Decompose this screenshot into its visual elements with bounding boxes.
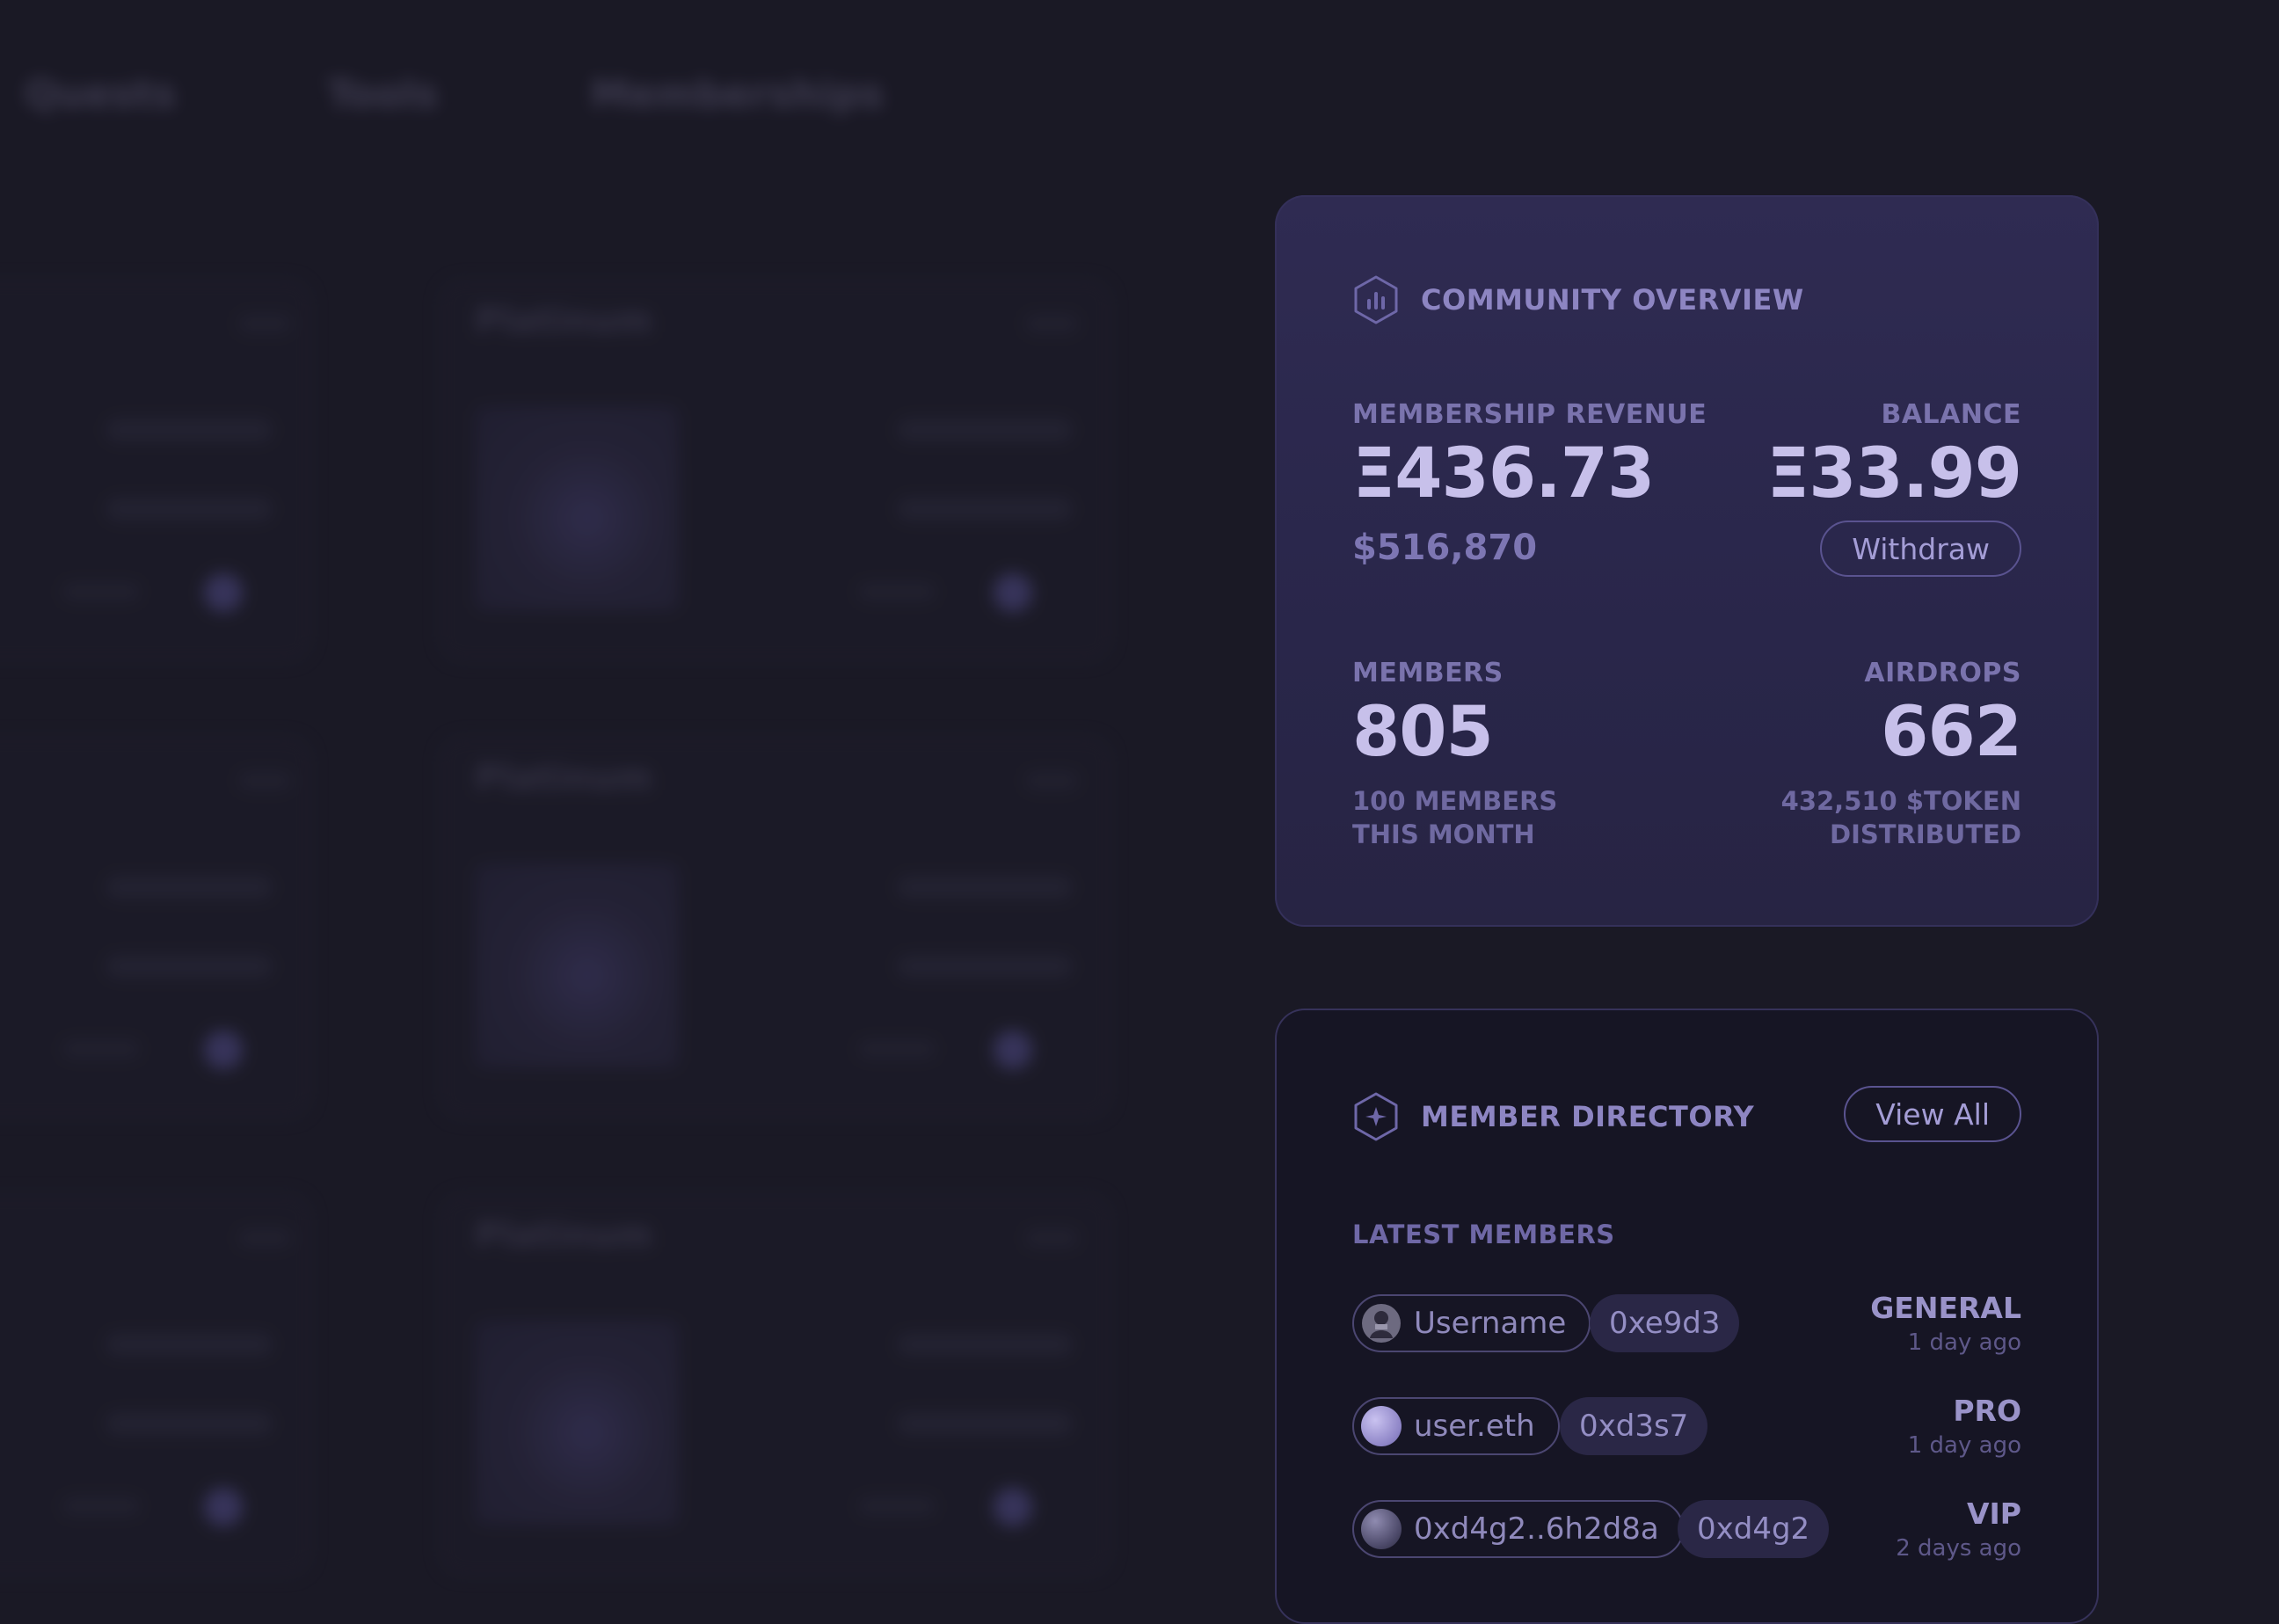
airdrops-value: 662 <box>1881 693 2022 772</box>
avatar-orb-icon <box>1361 1509 1402 1549</box>
avatar-portrait-icon <box>1362 1304 1401 1343</box>
bg-placeholder <box>1024 314 1079 333</box>
bg-toggle <box>204 1488 243 1526</box>
revenue-usd: $516,870 <box>1352 528 1538 568</box>
bg-toggle <box>994 1030 1032 1069</box>
bg-placeholder <box>237 1228 292 1248</box>
members-label: MEMBERS <box>1352 658 1504 688</box>
bg-placeholder <box>1024 771 1079 790</box>
balance-value: Ξ33.99 <box>1766 434 2022 513</box>
bg-card-title: Platinum <box>475 758 652 798</box>
member-name-chip[interactable]: Username <box>1352 1294 1591 1352</box>
member-address-chip[interactable]: 0xd3s7 <box>1560 1397 1708 1455</box>
bg-placeholder <box>237 314 292 333</box>
member-address-chip[interactable]: 0xe9d3 <box>1590 1294 1740 1352</box>
bg-thumbnail <box>475 406 679 610</box>
bg-placeholder <box>1024 1228 1079 1248</box>
balance-label: BALANCE <box>1881 399 2021 430</box>
bg-placeholder <box>897 1412 1073 1435</box>
bg-card <box>0 737 311 1118</box>
bg-placeholder <box>62 1039 141 1059</box>
member-joined: 1 day ago <box>1907 1432 2021 1459</box>
bg-card-title: Platinum <box>475 301 652 341</box>
bg-card-title: Platinum <box>475 1215 652 1256</box>
member-joined: 2 days ago <box>1896 1535 2021 1562</box>
bg-placeholder <box>897 498 1073 521</box>
member-name: Username <box>1414 1306 1567 1341</box>
bg-placeholder <box>106 419 273 441</box>
bg-card <box>0 280 311 661</box>
overview-title: COMMUNITY OVERVIEW <box>1421 283 1804 317</box>
bg-placeholder <box>897 1333 1073 1356</box>
member-tier: PRO <box>1953 1394 2021 1428</box>
member-directory-card: MEMBER DIRECTORY View All LATEST MEMBERS… <box>1275 1009 2099 1624</box>
member-row[interactable]: 0xd4g2..6h2d8a 0xd4g2 VIP 2 days ago <box>1352 1497 2021 1562</box>
bg-placeholder <box>106 498 273 521</box>
member-joined: 1 day ago <box>1907 1329 2021 1356</box>
nav-tab-quests: Quests <box>25 72 176 117</box>
bg-placeholder <box>857 1039 936 1059</box>
bg-placeholder <box>106 1412 273 1435</box>
bg-card <box>0 1194 311 1576</box>
bg-placeholder <box>897 419 1073 441</box>
bg-placeholder <box>897 955 1073 978</box>
blurred-background-app: Quests Tools Memberships Platinum Platin… <box>0 0 1231 1581</box>
airdrops-label: AIRDROPS <box>1864 658 2021 688</box>
member-address-chip[interactable]: 0xd4g2 <box>1678 1500 1830 1558</box>
latest-members-label: LATEST MEMBERS <box>1352 1220 1615 1249</box>
member-row[interactable]: user.eth 0xd3s7 PRO 1 day ago <box>1352 1394 2021 1459</box>
members-value: 805 <box>1352 693 1494 772</box>
revenue-value: Ξ436.73 <box>1352 434 1655 513</box>
bg-placeholder <box>237 771 292 790</box>
bg-placeholder <box>897 876 1073 899</box>
bg-thumbnail <box>475 1321 679 1525</box>
bg-placeholder <box>62 1497 141 1516</box>
bg-placeholder <box>106 1333 273 1356</box>
view-all-button[interactable]: View All <box>1844 1086 2021 1142</box>
bg-toggle <box>204 1030 243 1069</box>
sparkle-hex-icon <box>1354 1092 1398 1141</box>
member-name: 0xd4g2..6h2d8a <box>1414 1511 1659 1547</box>
bg-toggle <box>994 573 1032 612</box>
nav-tab-tools: Tools <box>327 72 438 117</box>
member-name-chip[interactable]: 0xd4g2..6h2d8a <box>1352 1500 1684 1558</box>
bg-toggle <box>994 1488 1032 1526</box>
member-name: user.eth <box>1414 1409 1535 1444</box>
bg-placeholder <box>62 582 141 601</box>
bg-placeholder <box>106 876 273 899</box>
bg-thumbnail <box>475 863 679 1067</box>
bg-placeholder <box>857 582 936 601</box>
nav-tab-memberships: Memberships <box>591 72 884 117</box>
member-row[interactable]: Username 0xe9d3 GENERAL 1 day ago <box>1352 1291 2021 1356</box>
directory-title: MEMBER DIRECTORY <box>1421 1100 1755 1133</box>
chart-hex-icon <box>1354 275 1398 324</box>
airdrops-note: 432,510 $TOKEN DISTRIBUTED <box>1652 784 2021 851</box>
community-overview-card: COMMUNITY OVERVIEW MEMBERSHIP REVENUE Ξ4… <box>1275 195 2099 927</box>
avatar-gradient-icon <box>1361 1406 1402 1446</box>
revenue-label: MEMBERSHIP REVENUE <box>1352 399 1707 430</box>
bg-placeholder <box>106 955 273 978</box>
member-tier: GENERAL <box>1870 1291 2021 1325</box>
bg-toggle <box>204 573 243 612</box>
directory-header: MEMBER DIRECTORY <box>1352 1091 1754 1142</box>
bg-placeholder <box>857 1497 936 1516</box>
withdraw-button[interactable]: Withdraw <box>1820 521 2021 577</box>
airdrops-note-line2: DISTRIBUTED <box>1830 819 2021 849</box>
airdrops-note-line1: 432,510 $TOKEN <box>1780 786 2021 816</box>
member-tier: VIP <box>1966 1497 2021 1531</box>
overview-header: COMMUNITY OVERVIEW <box>1352 274 1804 325</box>
member-name-chip[interactable]: user.eth <box>1352 1397 1560 1455</box>
